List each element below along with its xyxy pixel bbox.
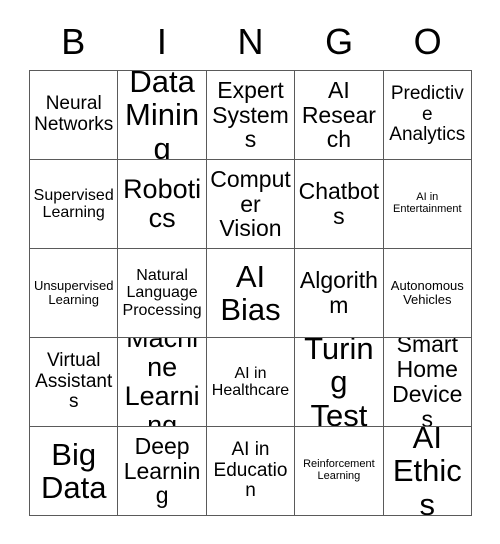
bingo-cell-label: Robotics [123, 173, 202, 233]
bingo-cell-label: AI in Entertainment [393, 191, 462, 215]
bingo-cell[interactable]: Predictive Analytics [383, 71, 472, 160]
bingo-cell[interactable]: AI Ethics [383, 427, 472, 516]
bingo-cell[interactable]: Natural Language Processing [118, 249, 207, 338]
bingo-cell-label: Unsupervised Learning [33, 277, 114, 307]
bingo-cell[interactable]: AI in Education [206, 427, 296, 516]
bingo-cell[interactable]: Robotics [118, 160, 207, 249]
bingo-cell-label: Turing Test [304, 338, 374, 427]
bingo-cell-label: Machine Learning [124, 338, 200, 427]
bingo-cell[interactable]: Autonomous Vehicles [383, 249, 472, 338]
bingo-cell[interactable]: Data Mining [118, 71, 207, 160]
bingo-card: B I N G O Neural Networks Data Mining Expe… [29, 14, 472, 516]
bingo-cell-label: Supervised Learning [33, 186, 114, 221]
bingo-cell-label: AI Bias [220, 258, 281, 327]
bingo-cell[interactable]: Supervised Learning [30, 160, 119, 249]
bingo-cell-label: Autonomous Vehicles [390, 277, 464, 307]
bingo-cell-label: Predictive Analytics [389, 83, 466, 146]
bingo-header: B I N G O [29, 14, 472, 70]
bingo-cell[interactable]: Neural Networks [30, 71, 119, 160]
bingo-header-letter-n: N [237, 21, 264, 62]
bingo-cell-label: Neural Networks [34, 93, 114, 135]
bingo-cell[interactable]: AI in Healthcare [206, 338, 296, 427]
bingo-cell-label: AI Research [301, 76, 376, 153]
bingo-header-letter-i: I [156, 21, 167, 62]
bingo-grid: Neural Networks Data Mining Expert Systems… [29, 70, 472, 516]
bingo-cell[interactable]: Unsupervised Learning [30, 249, 119, 338]
bingo-header-letter-g: G [325, 21, 354, 62]
bingo-cell[interactable]: Chatbots [295, 160, 384, 249]
bingo-cell[interactable]: Smart Home Devices [383, 338, 472, 427]
bingo-cell[interactable]: Algorithm [295, 249, 384, 338]
bingo-cell[interactable]: Computer Vision [206, 160, 296, 249]
bingo-cell-label: Big Data [40, 436, 107, 505]
bingo-cell[interactable]: Big Data [30, 427, 119, 516]
bingo-cell[interactable]: AI Research [295, 71, 384, 160]
bingo-cell-label: Chatbots [298, 178, 380, 229]
bingo-cell-label: Reinforcement Learning [303, 458, 375, 482]
bingo-cell[interactable]: Deep Learning [118, 427, 207, 516]
bingo-cell-label: Deep Learning [123, 432, 201, 509]
bingo-cell[interactable]: Turing Test [295, 338, 384, 427]
bingo-cell-label: Computer Vision [210, 165, 291, 242]
bingo-cell-label: Expert Systems [212, 76, 289, 153]
bingo-cell[interactable]: Machine Learning [118, 338, 207, 427]
bingo-cell-label: AI Ethics [392, 427, 462, 516]
bingo-cell-label: AI in Education [213, 439, 288, 502]
bingo-header-letter-b: B [61, 21, 86, 62]
bingo-cell-label: Data Mining [125, 71, 200, 160]
bingo-cell[interactable]: AI Bias [206, 249, 296, 338]
bingo-cell-label: Algorithm [299, 267, 378, 318]
bingo-cell[interactable]: Expert Systems [206, 71, 296, 160]
bingo-cell-label: Virtual Assistants [35, 350, 113, 413]
bingo-cell[interactable]: AI in Entertainment [383, 160, 472, 249]
bingo-header-letter-o: O [413, 21, 442, 62]
bingo-cell-label: Smart Home Devices [392, 338, 463, 427]
bingo-cell-label: Natural Language Processing [122, 267, 202, 319]
bingo-cell-label: AI in Healthcare [211, 364, 290, 399]
bingo-cell[interactable]: Reinforcement Learning [295, 427, 384, 516]
bingo-cell[interactable]: Virtual Assistants [30, 338, 119, 427]
